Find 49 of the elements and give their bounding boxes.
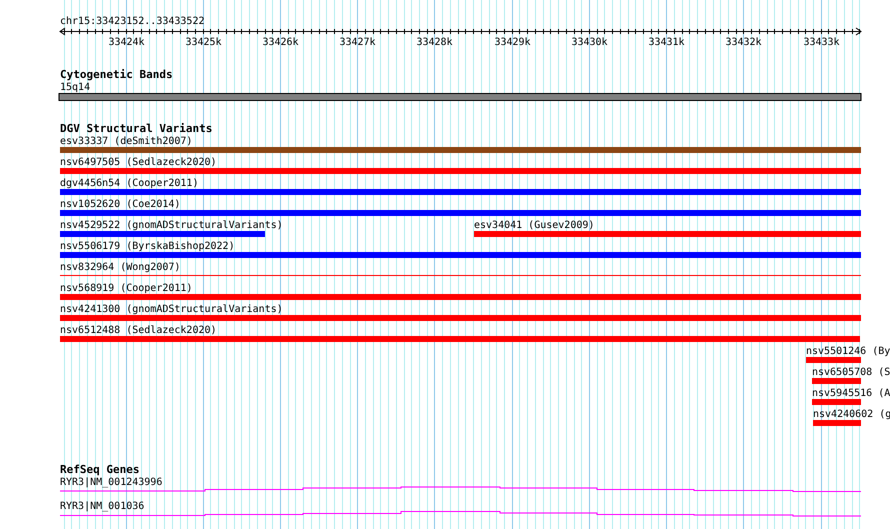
variant-bar[interactable] [812, 399, 861, 405]
variant-bar[interactable] [813, 420, 861, 426]
gene-line[interactable] [60, 486, 862, 492]
variant-bar[interactable] [806, 357, 861, 363]
gene-label[interactable]: RYR3|NM_001036 [60, 501, 144, 512]
variant-label[interactable]: nsv6497505 (Sedlazeck2020) [60, 157, 217, 168]
variant-label[interactable]: esv33337 (deSmith2007) [60, 136, 192, 147]
variant-label[interactable]: nsv5506179 (ByrskaBishop2022) [60, 241, 235, 252]
ruler-tick-label: 33432k [725, 37, 762, 48]
variant-bar[interactable] [60, 210, 861, 216]
variant-bar[interactable] [60, 168, 861, 174]
variant-label[interactable]: esv34041 (Gusev2009) [474, 220, 594, 231]
ruler-tick-label: 33429k [494, 37, 531, 48]
ruler-tick-label: 33424k [108, 37, 145, 48]
variant-bar[interactable] [60, 189, 861, 195]
variant-label[interactable]: nsv832964 (Wong2007) [60, 262, 180, 273]
band-label: 15q14 [60, 82, 90, 93]
variant-label[interactable]: nsv5501246 (By [806, 346, 890, 357]
gene-line[interactable] [60, 511, 862, 516]
variant-bar[interactable] [812, 378, 861, 384]
variant-bar[interactable] [60, 252, 861, 258]
track-title: DGV Structural Variants [60, 122, 212, 135]
variant-bar[interactable] [474, 231, 861, 237]
variant-line[interactable] [60, 275, 861, 276]
ruler-tick-label: 33425k [185, 37, 222, 48]
variant-label[interactable]: nsv5945516 (A [812, 388, 890, 399]
track-title: Cytogenetic Bands [60, 68, 173, 81]
variant-label[interactable]: nsv568919 (Cooper2011) [60, 283, 192, 294]
variant-label[interactable]: nsv4240602 (g [813, 409, 890, 420]
chromosome-location: chr15:33423152..33433522 [60, 16, 204, 27]
track-title: RefSeq Genes [60, 463, 140, 476]
variant-bar[interactable] [60, 147, 861, 153]
ruler-tick-label: 33431k [648, 37, 685, 48]
gene-label[interactable]: RYR3|NM_001243996 [60, 477, 162, 488]
ruler-tick-label: 33426k [262, 37, 299, 48]
variant-label[interactable]: nsv1052620 (Coe2014) [60, 199, 180, 210]
variant-bar[interactable] [60, 231, 265, 237]
ruler-tick-label: 33433k [803, 37, 840, 48]
variant-label[interactable]: nsv4241300 (gnomADStructuralVariants) [60, 304, 283, 315]
variant-label[interactable]: dgv4456n54 (Cooper2011) [60, 178, 198, 189]
ruler-tick-label: 33428k [416, 37, 453, 48]
variant-bar[interactable] [60, 315, 861, 321]
variant-bar[interactable] [60, 294, 861, 300]
ruler-tick-label: 33427k [339, 37, 376, 48]
variant-label[interactable]: nsv4529522 (gnomADStructuralVariants) [60, 220, 283, 231]
ruler-tick-label: 33430k [571, 37, 608, 48]
variant-bar[interactable] [60, 336, 860, 342]
variant-label[interactable]: nsv6505708 (S [812, 367, 890, 378]
variant-label[interactable]: nsv6512488 (Sedlazeck2020) [60, 325, 217, 336]
